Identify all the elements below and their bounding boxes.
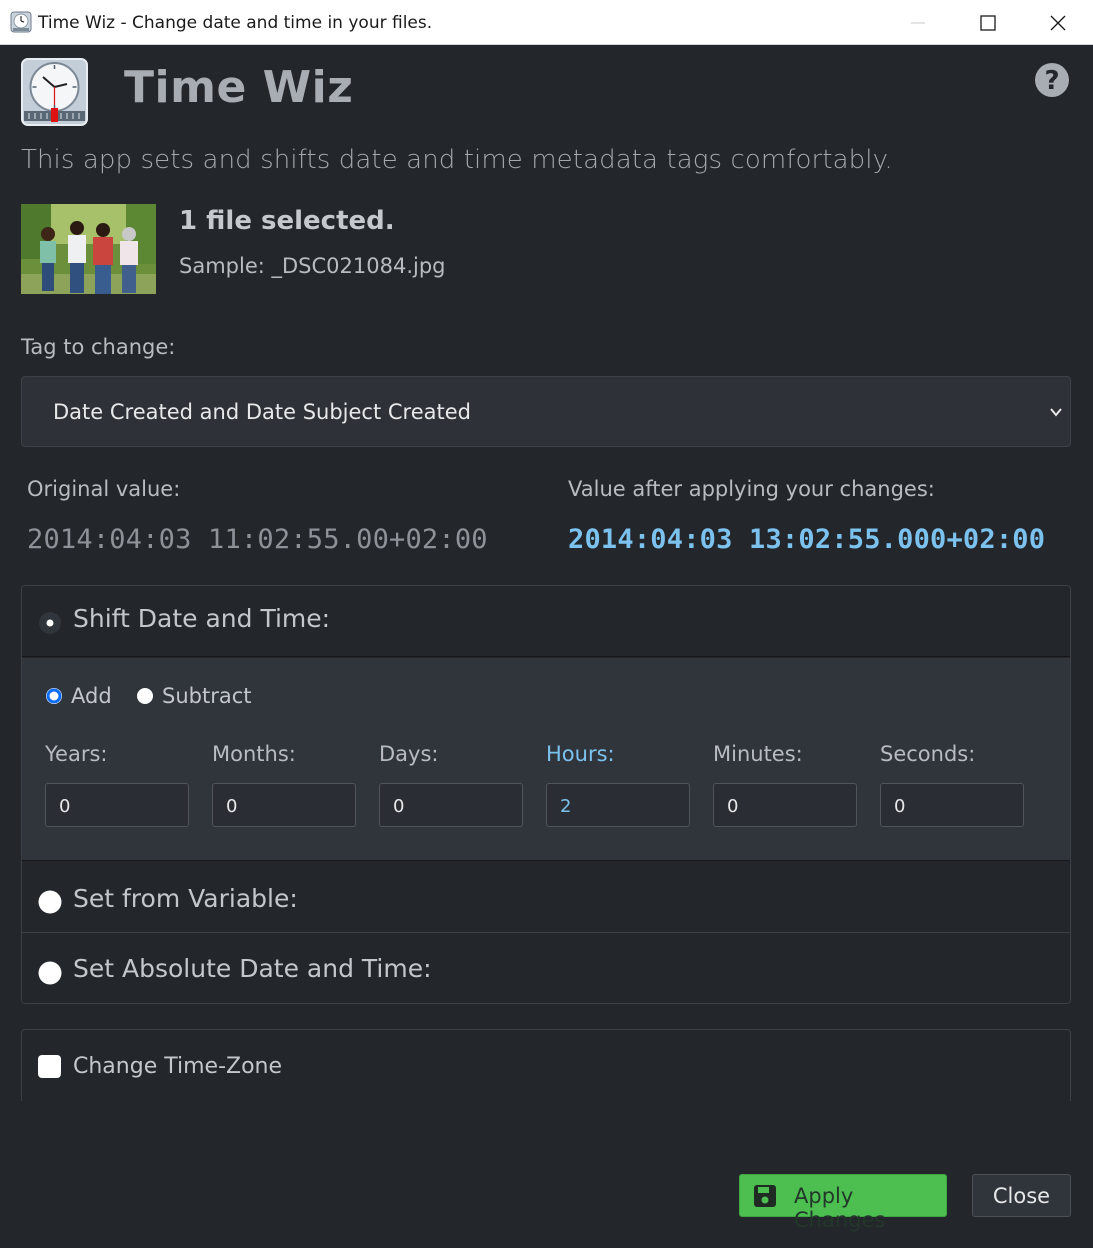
close-icon	[1050, 15, 1066, 31]
seconds-label: Seconds:	[880, 742, 976, 766]
tag-select[interactable]: Date Created and Date Subject Created	[21, 376, 1071, 447]
absolute-mode-label: Set Absolute Date and Time:	[73, 954, 432, 983]
svg-text:?: ?	[1044, 66, 1059, 96]
save-icon	[754, 1185, 776, 1207]
add-label: Add	[71, 684, 112, 708]
seconds-input[interactable]: 0	[880, 783, 1024, 827]
years-input[interactable]: 0	[45, 783, 189, 827]
days-value: 0	[393, 796, 405, 817]
minimize-icon	[911, 22, 925, 24]
seconds-value: 0	[894, 796, 906, 817]
tag-label: Tag to change:	[21, 335, 176, 359]
months-value: 0	[226, 796, 238, 817]
days-label: Days:	[379, 742, 439, 766]
app-clock-icon	[10, 11, 32, 33]
shift-mode-label: Shift Date and Time:	[73, 604, 331, 633]
close-label: Close	[992, 1184, 1051, 1208]
shift-mode-header[interactable]: Shift Date and Time:	[22, 586, 1070, 657]
files-selected-count: 1 file selected.	[179, 206, 395, 236]
file-thumbnail	[21, 204, 156, 294]
sample-filename: Sample: _DSC021084.jpg	[179, 254, 446, 278]
variable-mode-header[interactable]: Set from Variable:	[22, 862, 1070, 933]
maximize-icon	[980, 15, 996, 31]
maximize-button[interactable]	[953, 0, 1023, 45]
variable-mode-label: Set from Variable:	[73, 884, 298, 913]
tag-select-value: Date Created and Date Subject Created	[53, 400, 471, 424]
hours-label: Hours:	[546, 742, 615, 766]
help-icon[interactable]: ?	[1034, 62, 1070, 98]
timezone-section: Change Time-Zone	[21, 1029, 1071, 1101]
apply-changes-label: Apply Changes	[794, 1184, 886, 1232]
chevron-down-icon	[1050, 408, 1062, 417]
add-radio[interactable]	[45, 687, 63, 705]
absolute-mode-header[interactable]: Set Absolute Date and Time:	[22, 934, 1070, 1003]
timezone-label[interactable]: Change Time-Zone	[73, 1054, 282, 1079]
minutes-value: 0	[727, 796, 739, 817]
close-button[interactable]: Close	[972, 1174, 1071, 1217]
subtract-radio[interactable]	[136, 687, 154, 705]
app-subtitle: This app sets and shifts date and time m…	[21, 145, 893, 175]
shift-mode-panel: Add Subtract Years: Months: Days: Hours:…	[22, 658, 1070, 861]
shift-mode-radio[interactable]	[38, 611, 62, 635]
window-title: Time Wiz - Change date and time in your …	[38, 13, 433, 33]
absolute-mode-radio[interactable]	[38, 961, 62, 985]
months-input[interactable]: 0	[212, 783, 356, 827]
subtract-label: Subtract	[162, 684, 252, 708]
days-input[interactable]: 0	[379, 783, 523, 827]
window-titlebar: Time Wiz - Change date and time in your …	[0, 0, 1093, 45]
original-value-label: Original value:	[27, 477, 181, 501]
hours-value: 2	[560, 796, 572, 817]
app-title: Time Wiz	[124, 62, 354, 113]
new-value-label: Value after applying your changes:	[568, 477, 935, 501]
minimize-button[interactable]	[883, 0, 953, 45]
minutes-input[interactable]: 0	[713, 783, 857, 827]
app-logo-icon	[21, 58, 88, 126]
close-window-button[interactable]	[1023, 0, 1093, 45]
minutes-label: Minutes:	[713, 742, 803, 766]
original-value: 2014:04:03 11:02:55.00+02:00	[27, 524, 488, 555]
variable-mode-radio[interactable]	[38, 890, 62, 914]
apply-changes-button[interactable]: Apply Changes	[739, 1174, 947, 1232]
hours-input[interactable]: 2	[546, 783, 690, 827]
new-value: 2014:04:03 13:02:55.000+02:00	[568, 524, 1046, 555]
mode-accordion: Shift Date and Time: Add Subtract Years:…	[21, 585, 1071, 1004]
months-label: Months:	[212, 742, 296, 766]
years-label: Years:	[45, 742, 108, 766]
years-value: 0	[59, 796, 71, 817]
timezone-checkbox[interactable]	[38, 1055, 61, 1078]
